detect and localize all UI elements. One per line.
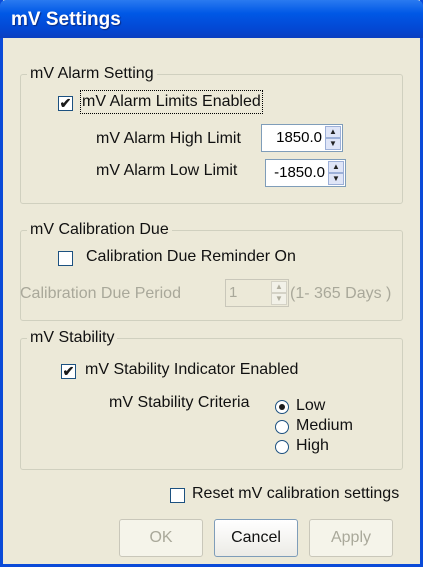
reset-calibration-label[interactable]: Reset mV calibration settings — [192, 484, 399, 504]
spin-up-icon[interactable]: ▲ — [325, 126, 341, 138]
calibration-period-stepper[interactable]: 1 ▲ ▼ — [225, 279, 289, 307]
stability-indicator-checkbox[interactable]: ✔ — [61, 363, 76, 379]
stability-legend: mV Stability — [27, 328, 118, 348]
alarm-high-value: 1850.0 — [276, 129, 322, 146]
spin-down-icon[interactable]: ▼ — [328, 173, 344, 185]
calibration-reminder-label[interactable]: Calibration Due Reminder On — [86, 247, 296, 267]
calibration-period-value: 1 — [229, 284, 238, 301]
apply-button[interactable]: Apply — [309, 519, 393, 557]
alarm-high-stepper[interactable]: 1850.0 ▲ ▼ — [261, 124, 343, 152]
stability-indicator-label[interactable]: mV Stability Indicator Enabled — [85, 360, 298, 380]
radio-high[interactable] — [275, 440, 289, 454]
checkmark-icon: ✔ — [59, 95, 72, 111]
spin-down-icon[interactable]: ▼ — [271, 293, 287, 305]
reset-calibration-checkbox[interactable] — [170, 488, 185, 503]
spin-up-icon[interactable]: ▲ — [271, 281, 287, 293]
alarm-setting-legend: mV Alarm Setting — [27, 64, 157, 84]
stability-criteria-label: mV Stability Criteria — [109, 394, 250, 411]
calibration-period-label: Calibration Due Period — [20, 285, 181, 302]
ok-button[interactable]: OK — [119, 519, 203, 557]
title-bar[interactable]: mV Settings — [0, 0, 423, 38]
spin-down-icon[interactable]: ▼ — [325, 138, 341, 150]
checkmark-icon: ✔ — [62, 363, 75, 379]
calibration-reminder-checkbox[interactable] — [58, 251, 73, 266]
alarm-high-label: mV Alarm High Limit — [96, 130, 241, 147]
alarm-low-value: -1850.0 — [274, 164, 325, 181]
calibration-period-range: (1- 365 Days ) — [290, 285, 392, 302]
radio-medium-label[interactable]: Medium — [296, 416, 353, 436]
radio-selected-dot — [279, 404, 285, 410]
cancel-button[interactable]: Cancel — [214, 519, 298, 557]
alarm-low-label: mV Alarm Low Limit — [96, 162, 238, 179]
settings-dialog: mV Settings mV Alarm Setting ✔ mV Alarm … — [0, 0, 423, 567]
alarm-limits-checkbox[interactable]: ✔ — [58, 95, 73, 111]
calibration-due-legend: mV Calibration Due — [27, 220, 172, 240]
alarm-limits-label[interactable]: mV Alarm Limits Enabled — [80, 90, 263, 114]
radio-low[interactable] — [275, 400, 289, 414]
spin-up-icon[interactable]: ▲ — [328, 161, 344, 173]
window-title: mV Settings — [11, 9, 121, 30]
alarm-low-stepper[interactable]: -1850.0 ▲ ▼ — [265, 159, 346, 187]
calibration-due-group: mV Calibration Due — [20, 220, 403, 321]
radio-high-label[interactable]: High — [296, 436, 329, 456]
radio-low-label[interactable]: Low — [296, 396, 325, 416]
radio-medium[interactable] — [275, 420, 289, 434]
